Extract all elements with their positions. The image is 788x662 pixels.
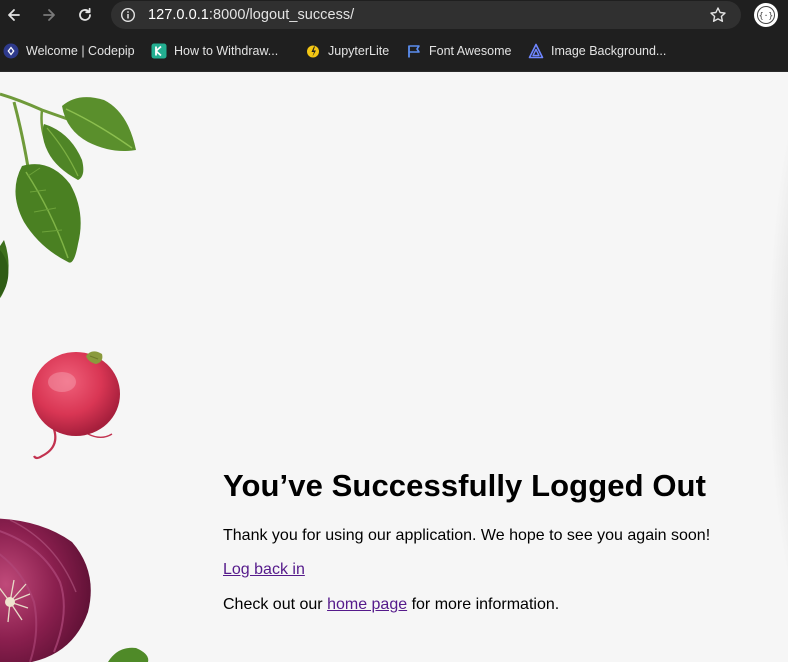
reload-icon [79, 7, 91, 21]
red-onion [0, 518, 91, 662]
arrow-right-icon [43, 9, 55, 21]
codepip-icon [3, 43, 19, 59]
log-back-in-link[interactable]: Log back in [223, 561, 305, 578]
bookmark-label: Welcome | Codepip [26, 44, 135, 58]
bookmark-label: Image Background... [551, 44, 667, 58]
bookmark-withdraw[interactable]: How to Withdraw... [151, 42, 278, 60]
reload-button[interactable] [74, 4, 96, 26]
arrow-left-icon [8, 9, 20, 21]
home-page-paragraph: Check out our home page for more informa… [223, 595, 783, 614]
leaf-bottom [108, 647, 149, 662]
profile-icon: {·} [757, 6, 775, 24]
back-button[interactable] [3, 4, 25, 26]
image-bg-icon [528, 43, 544, 59]
bookmark-jupyterlite[interactable]: JupyterLite [305, 42, 389, 60]
kucoin-icon [151, 43, 167, 59]
bookmark-label: How to Withdraw... [174, 44, 279, 58]
bookmark-label: Font Awesome [429, 44, 512, 58]
bookmark-codepip[interactable]: Welcome | Codepip [3, 42, 135, 60]
check-prefix: Check out our [223, 595, 323, 613]
basil-leaves [0, 92, 136, 298]
url-path: :8000/logout_success/ [208, 7, 355, 23]
address-bar[interactable]: 127.0.0.1:8000/logout_success/ [111, 1, 741, 29]
home-page-link[interactable]: home page [327, 596, 407, 613]
flag-icon [406, 43, 422, 59]
url-host: 127.0.0.1 [148, 7, 209, 23]
browser-toolbar: 127.0.0.1:8000/logout_success/ {·} [0, 0, 788, 31]
forward-button[interactable] [38, 4, 60, 26]
radish [32, 351, 120, 460]
bookmark-font-awesome[interactable]: Font Awesome [406, 42, 511, 60]
bookmark-image-background[interactable]: Image Background... [528, 42, 666, 60]
site-info-icon[interactable] [120, 7, 136, 23]
bookmark-label: JupyterLite [328, 44, 390, 58]
url-text[interactable]: 127.0.0.1:8000/logout_success/ [148, 7, 354, 23]
bookmarks-bar: Welcome | Codepip How to Withdraw... Jup… [0, 31, 788, 72]
bookmark-star-icon[interactable] [709, 6, 727, 24]
vegetable-background-image [0, 92, 149, 662]
check-suffix: for more information. [411, 595, 560, 613]
page-title: You’ve Successfully Logged Out [223, 468, 707, 503]
page-viewport: You’ve Successfully Logged Out Thank you… [0, 72, 788, 662]
thank-you-text: Thank you for using our application. We … [223, 527, 711, 545]
logout-message: You’ve Successfully Logged Out Thank you… [223, 467, 783, 614]
login-paragraph: Log back in [223, 560, 783, 579]
jupyterlite-icon [305, 43, 321, 59]
profile-avatar[interactable]: {·} [754, 3, 778, 27]
